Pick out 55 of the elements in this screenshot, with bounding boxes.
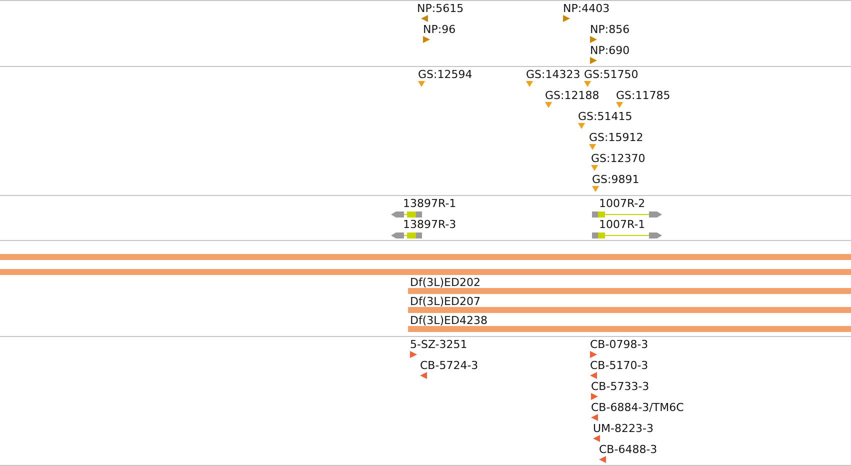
feature-label: CB-6488-3: [599, 443, 658, 456]
triangle-marker-icon: [421, 15, 428, 22]
triangle-marker-icon: [592, 186, 599, 193]
feature-label: GS:14323: [526, 68, 580, 81]
triangle-marker-icon: [590, 372, 597, 379]
feature-label: GS:11785: [616, 89, 670, 102]
feature-label: CB-6884-3/TM6C: [591, 401, 684, 414]
feature-label: GS:12370: [591, 152, 646, 165]
triangle-marker-icon: [423, 36, 430, 43]
feature-label: 13897R-3: [403, 218, 456, 231]
triangle-marker-icon: [584, 81, 591, 88]
feature-label: GS:51415: [578, 110, 632, 123]
triangle-marker-icon: [420, 372, 427, 379]
feature-label: GS:51750: [584, 68, 638, 81]
feature-label: NP:856: [590, 23, 630, 36]
triangle-marker-icon: [418, 81, 425, 88]
feature-label: GS:15912: [589, 131, 644, 144]
feature-label: 5-SZ-3251: [410, 338, 468, 351]
feature-label: GS:12594: [418, 68, 472, 81]
triangle-marker-icon: [563, 15, 570, 22]
triangle-marker-icon: [591, 414, 598, 421]
triangle-marker-icon: [410, 351, 417, 358]
triangle-marker-icon: [616, 102, 623, 109]
feature-label: NP:690: [590, 44, 630, 57]
feature-label: GS:9891: [592, 173, 640, 186]
triangle-marker-icon: [593, 435, 600, 442]
feature-label: NP:4403: [563, 2, 610, 15]
feature-label: 1007R-1: [599, 218, 646, 231]
feature-label: GS:12188: [545, 89, 600, 102]
gene-model-drawing: [391, 211, 422, 218]
feature-label: Df(3L)ED4238: [409, 316, 488, 326]
feature-label: CB-0798-3: [590, 338, 648, 351]
triangle-marker-icon: [599, 456, 606, 463]
feature-label: NP:5615: [417, 2, 464, 15]
feature-label: Df(3L)ED202: [409, 278, 482, 288]
triangle-marker-icon: [590, 57, 597, 64]
feature-label: Df(3L)ED207: [409, 297, 482, 307]
feature-label: UM-8223-3: [593, 422, 654, 435]
triangle-marker-icon: [590, 36, 597, 43]
feature-label: CB-5724-3: [420, 359, 478, 372]
triangle-marker-icon: [589, 144, 596, 151]
triangle-marker-icon: [590, 351, 597, 358]
triangle-marker-icon: [591, 165, 598, 172]
triangle-marker-icon: [591, 393, 598, 400]
gene-model-drawing: [592, 211, 662, 218]
gene-model-drawing: [391, 232, 422, 239]
feature-label: NP:96: [423, 23, 456, 36]
feature-label: 1007R-2: [599, 197, 646, 210]
triangle-marker-icon: [526, 81, 533, 88]
feature-label: CB-5170-3: [590, 359, 648, 372]
feature-label: 13897R-1: [403, 197, 456, 210]
gene-model-drawing: [592, 232, 662, 239]
feature-label: CB-5733-3: [591, 380, 650, 393]
triangle-marker-icon: [545, 102, 552, 109]
triangle-marker-icon: [578, 123, 585, 130]
